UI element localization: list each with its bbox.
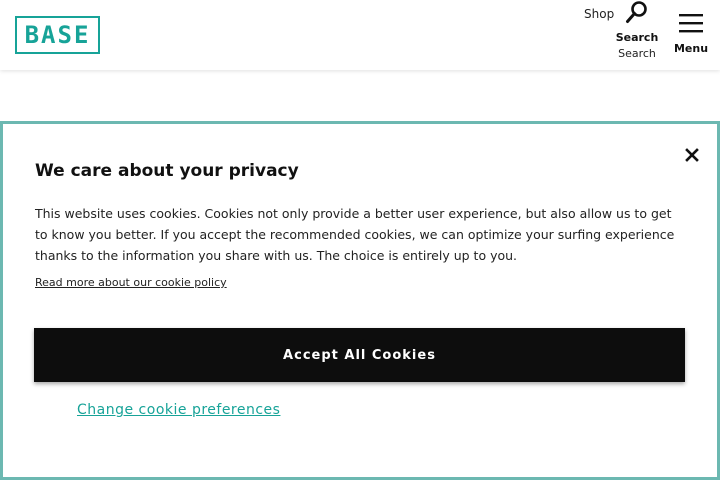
close-icon[interactable]	[682, 145, 702, 165]
hamburger-menu-icon	[679, 14, 703, 33]
search-label: Search	[615, 31, 659, 44]
search-icon	[626, 1, 647, 23]
search-button[interactable]: Search Search	[613, 0, 661, 62]
menu-label: Menu	[673, 42, 709, 55]
menu-button[interactable]: Menu	[672, 8, 710, 60]
dialog-title: We care about your privacy	[35, 161, 299, 181]
cookie-policy-link[interactable]: Read more about our cookie policy	[35, 276, 227, 289]
site-header: BASE Shop Search Search Menu	[0, 0, 720, 70]
dialog-description: This website uses cookies. Cookies not o…	[35, 206, 675, 263]
search-sublabel: Search	[618, 47, 656, 60]
accept-all-cookies-button[interactable]: Accept All Cookies	[34, 328, 685, 382]
cookie-consent-dialog: We care about your privacy This website …	[0, 121, 720, 480]
base-logo[interactable]: BASE	[15, 16, 100, 54]
change-cookie-preferences-link[interactable]: Change cookie preferences	[77, 402, 280, 418]
shop-link[interactable]: Shop	[584, 7, 614, 21]
